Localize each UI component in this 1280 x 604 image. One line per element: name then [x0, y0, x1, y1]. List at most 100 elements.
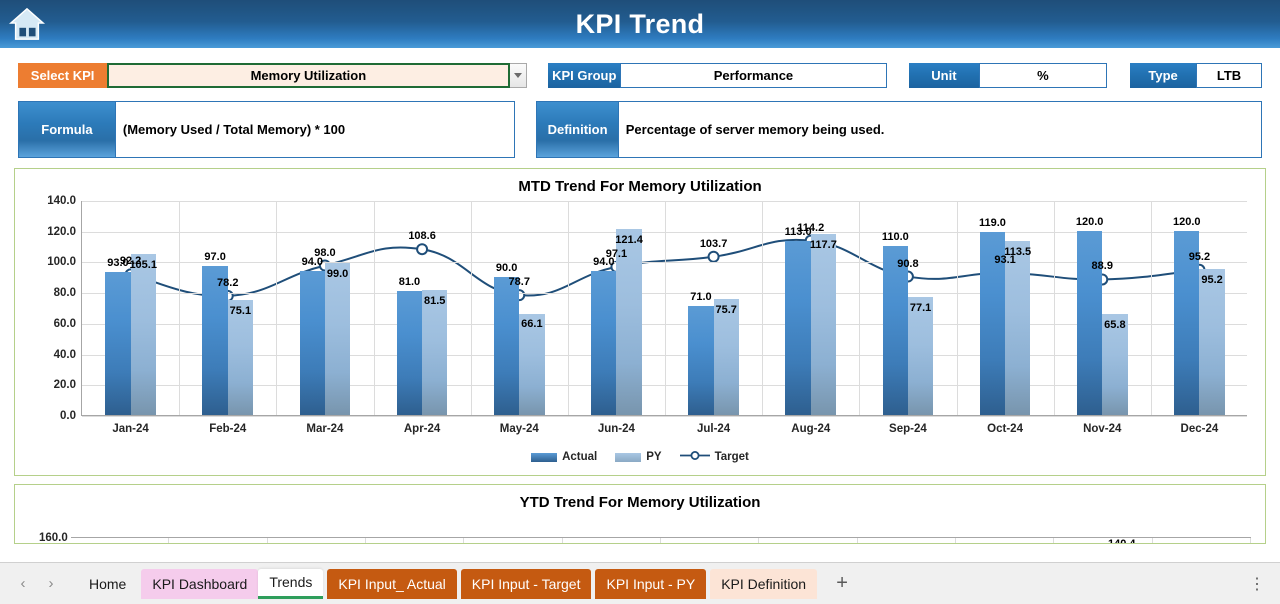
y-axis-tick: 140.0: [47, 195, 76, 207]
bar-py[interactable]: [907, 296, 934, 415]
sheet-tab[interactable]: Trends: [258, 568, 324, 599]
bar-actual[interactable]: [493, 276, 520, 415]
gridline: [1150, 201, 1152, 415]
mtd-plot-area: 0.0 20.0 40.0 60.0 80.0 100.0 120.0 140.0 93.0 10…: [47, 195, 1247, 435]
legend-item-actual[interactable]: Actual: [531, 451, 597, 463]
bar-py[interactable]: [130, 253, 156, 415]
sheet-more-options-icon[interactable]: ⋮: [1244, 571, 1270, 597]
data-label-py: 95.2: [1201, 273, 1223, 286]
data-label-target: 97.1: [605, 247, 628, 260]
page-title: KPI Trend: [575, 8, 705, 39]
x-axis-label: Jul-24: [696, 423, 731, 435]
data-label-py: 121.4: [615, 233, 643, 246]
data-label-actual: 90.0: [495, 261, 518, 274]
data-label-actual: 110.0: [881, 231, 909, 244]
app-title-bar: KPI Trend: [0, 0, 1280, 50]
home-icon[interactable]: [8, 4, 46, 44]
unit-value: %: [978, 62, 1107, 88]
prev-sheet-arrow-icon[interactable]: ‹: [10, 571, 36, 597]
sheet-tab[interactable]: KPI Input - PY: [595, 568, 707, 599]
py-swatch-icon: [615, 452, 642, 462]
ytd-grid: [71, 537, 1251, 543]
data-label-actual: 71.0: [690, 290, 712, 303]
data-label-py: 117.7: [809, 239, 837, 252]
bar-py[interactable]: [1199, 268, 1225, 415]
sheet-tab[interactable]: KPI Input_ Actual: [327, 568, 457, 599]
data-label-target: 108.6: [408, 230, 436, 243]
x-axis-label: Apr-24: [403, 423, 441, 435]
bar-py[interactable]: [810, 234, 836, 415]
select-kpi-dropdown-value[interactable]: Memory Utilization: [107, 62, 510, 88]
bar-actual[interactable]: [882, 246, 908, 415]
sheet-tab[interactable]: KPI Input - Target: [460, 568, 592, 599]
y-axis-tick: 80.0: [53, 287, 76, 300]
bar-py[interactable]: [422, 289, 448, 415]
type-label: Type: [1130, 62, 1197, 88]
kpi-info-row: Formula (Memory Used / Total Memory) * 1…: [0, 94, 1280, 160]
data-label-target: 93.1: [994, 254, 1016, 267]
x-axis-label: Nov-24: [1083, 423, 1122, 435]
target-marker-icon: [679, 448, 710, 466]
bar-actual[interactable]: [1076, 230, 1103, 415]
legend-item-py[interactable]: PY: [615, 451, 662, 463]
y-axis-tick: 100.0: [47, 256, 76, 269]
bar-py[interactable]: [1005, 240, 1031, 415]
formula-label: Formula: [18, 101, 116, 158]
y-axis-tick: 120.0: [47, 225, 76, 238]
sheet-tab[interactable]: KPI Dashboard: [141, 568, 259, 599]
bar-actual[interactable]: [591, 270, 617, 415]
sheet-tab[interactable]: Home: [78, 569, 137, 599]
data-label-target: 78.7: [508, 276, 530, 289]
gridline: [82, 416, 1247, 417]
x-axis-label: Oct-24: [987, 423, 1023, 435]
formula-value: (Memory Used / Total Memory) * 100: [115, 101, 516, 158]
add-sheet-button[interactable]: +: [825, 569, 859, 599]
bar-py[interactable]: [227, 299, 253, 415]
kpi-group-label: KPI Group: [548, 62, 621, 88]
data-label-py: 77.1: [909, 301, 932, 314]
gridline: [567, 201, 569, 415]
data-label-target: 98.0: [314, 246, 336, 259]
ytd-chart-title: YTD Trend For Memory Utilization: [519, 494, 761, 511]
bar-actual[interactable]: [299, 270, 325, 415]
gridline: [470, 201, 472, 415]
data-label-py: 81.5: [423, 294, 446, 307]
y-axis-tick: 40.0: [53, 348, 76, 361]
data-label-target: 114.2: [797, 221, 825, 234]
ytd-chart-panel: YTD Trend For Memory Utilization 160.0 1…: [14, 484, 1266, 544]
y-axis-tick: 60.0: [53, 317, 76, 330]
data-label-target: 92.2: [119, 255, 142, 268]
definition-label: Definition: [536, 101, 619, 158]
gridline: [956, 201, 958, 415]
chart-legend: Actual PY Target: [15, 448, 1265, 466]
gridline: [859, 201, 861, 415]
data-label-target: 103.7: [699, 237, 728, 250]
ytd-data-label: 140.4: [1108, 538, 1136, 544]
bar-actual[interactable]: [785, 241, 811, 415]
data-label-py: 65.8: [1104, 318, 1126, 331]
sheet-tab[interactable]: KPI Definition: [710, 568, 818, 599]
legend-label-actual: Actual: [562, 451, 598, 463]
bar-actual[interactable]: [105, 272, 131, 415]
data-label-actual: 119.0: [978, 217, 1006, 230]
data-label-actual: 81.0: [398, 275, 421, 288]
bar-py[interactable]: [713, 298, 739, 415]
gridline: [179, 201, 181, 415]
data-label-target: 78.2: [217, 276, 239, 289]
data-label-target: 90.8: [897, 257, 919, 270]
legend-item-target[interactable]: Target: [679, 448, 749, 466]
data-label-py: 75.7: [715, 303, 737, 316]
next-sheet-arrow-icon[interactable]: ›: [38, 571, 64, 597]
data-label-py: 99.0: [326, 267, 349, 280]
bar-actual[interactable]: [396, 290, 423, 415]
gridline: [373, 201, 375, 415]
kpi-group-value: Performance: [620, 62, 887, 88]
kpi-selector-row: Select KPI Memory Utilization KPI Group …: [0, 50, 1280, 94]
x-axis-label: Dec-24: [1180, 423, 1219, 435]
x-axis-label: Mar-24: [306, 423, 344, 435]
gridline: [276, 201, 278, 415]
chevron-down-icon[interactable]: [509, 62, 528, 88]
sheet-tab-bar: ‹ › Home KPI Dashboard Trends KPI Input_ Ac…: [0, 562, 1280, 604]
bar-actual[interactable]: [688, 305, 714, 415]
bar-py[interactable]: [324, 262, 351, 415]
